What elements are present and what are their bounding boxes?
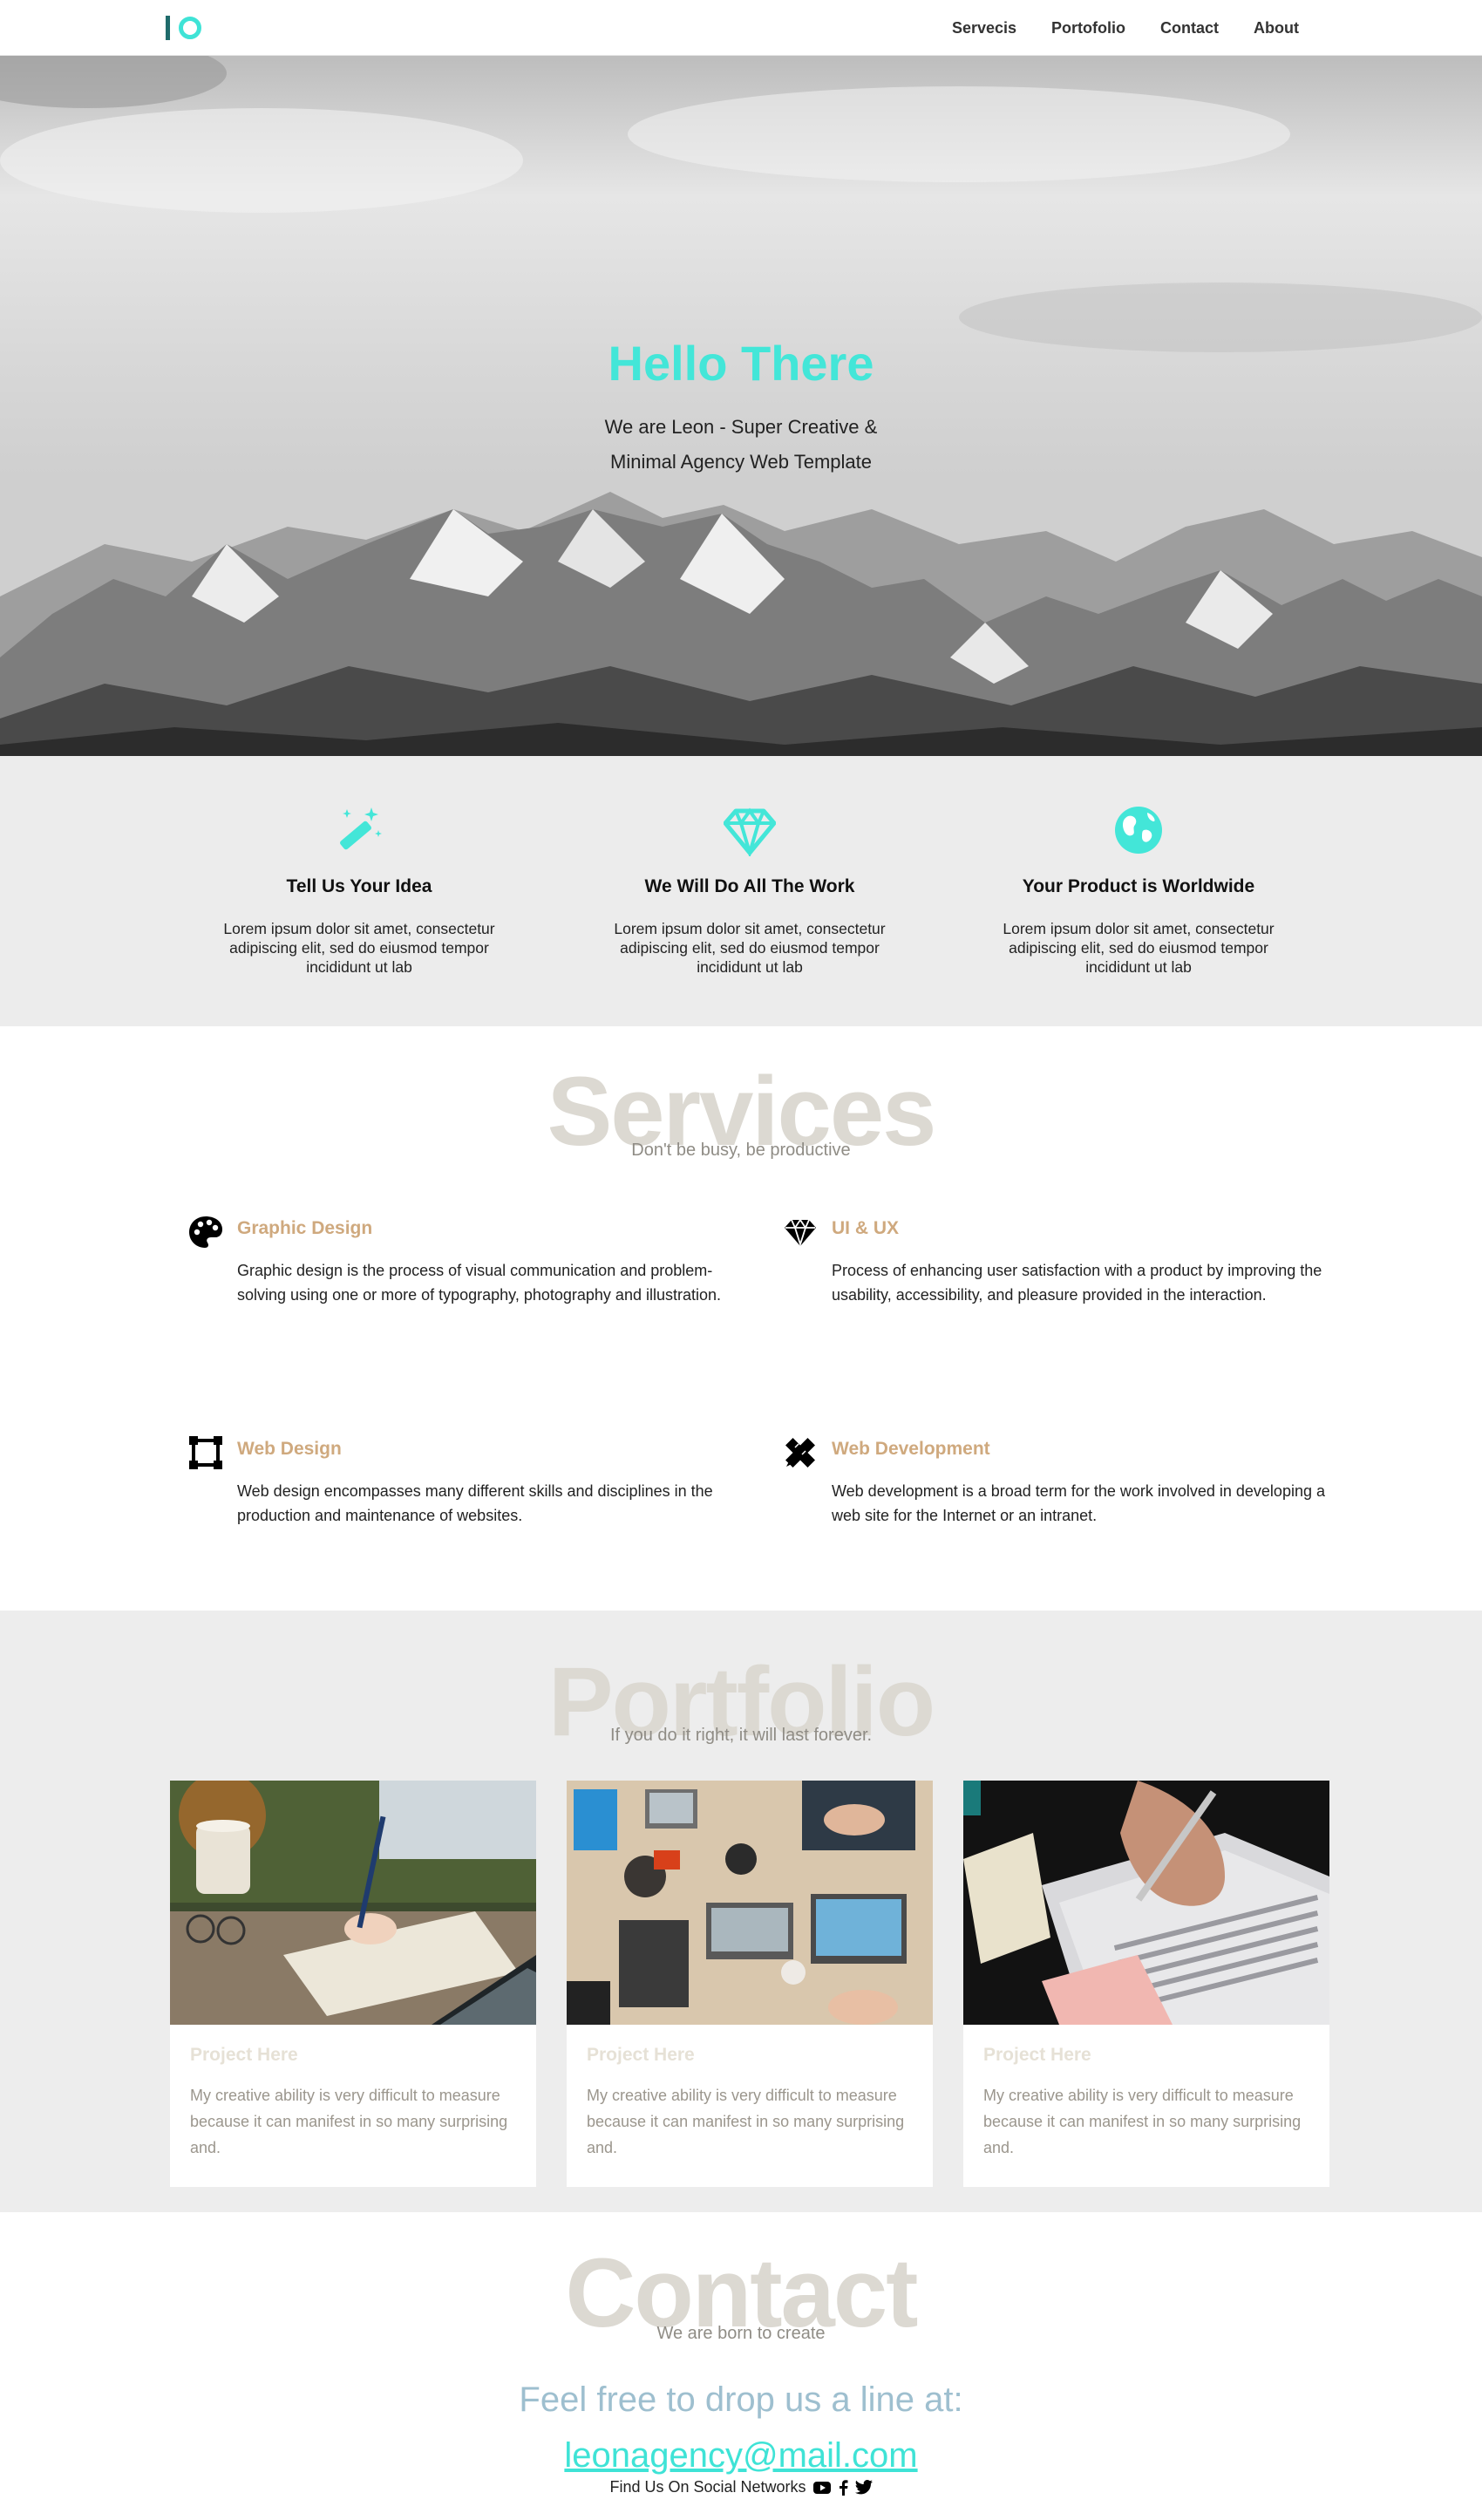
- globe-icon: [1115, 807, 1162, 854]
- email-link[interactable]: leonagency@mail.com: [564, 2436, 917, 2475]
- top-navbar: Servecis Portofolio Contact About: [0, 0, 1482, 56]
- portfolio-card[interactable]: Project Here My creative ability is very…: [567, 1781, 933, 2187]
- contact-subheading: We are born to create: [656, 2324, 826, 2343]
- facebook-icon[interactable]: [838, 2479, 848, 2496]
- gem-icon: [785, 1218, 816, 1247]
- project-image: [567, 1781, 933, 2025]
- contact-email: leonagency@mail.com: [0, 2436, 1482, 2476]
- youtube-icon[interactable]: [812, 2481, 831, 2495]
- hero-section: Hello There We are Leon - Super Creative…: [0, 56, 1482, 756]
- project-image: [963, 1781, 1329, 2025]
- portfolio-card[interactable]: Project Here My creative ability is very…: [963, 1781, 1329, 2187]
- project-title: Project Here: [587, 2045, 695, 2065]
- feature-text: Lorem ipsum dolor sit amet, consectetur …: [614, 920, 886, 976]
- contact-line: Feel free to drop us a line at:: [519, 2380, 963, 2419]
- hero-subtitle-line: Minimal Agency Web Template: [610, 451, 872, 473]
- project-text: My creative ability is very difficult to…: [190, 2087, 508, 2156]
- service-title: UI & UX: [832, 1218, 900, 1238]
- social-networks: Find Us On Social Networks: [0, 2478, 1482, 2496]
- feature-title: Your Product is Worldwide: [1022, 876, 1255, 896]
- project-title: Project Here: [983, 2045, 1091, 2065]
- portfolio-section: Portfolio If you do it right, it will la…: [0, 1611, 1482, 2212]
- project-text: My creative ability is very difficult to…: [983, 2087, 1302, 2156]
- diamond-icon: [724, 807, 776, 856]
- feature-title: We Will Do All The Work: [644, 876, 855, 896]
- logo-bar: [166, 16, 170, 40]
- project-text: My creative ability is very difficult to…: [587, 2087, 905, 2156]
- logo-ring: [179, 17, 201, 39]
- mountain-background: [0, 56, 1482, 756]
- pencil-ruler-icon: [785, 1438, 815, 1468]
- project-title: Project Here: [190, 2045, 298, 2065]
- nav-item-contact[interactable]: Contact: [1160, 19, 1219, 37]
- nav-item-about[interactable]: About: [1254, 19, 1299, 37]
- hero-subtitle-line: We are Leon - Super Creative &: [604, 416, 878, 438]
- nav-item-portfolio[interactable]: Portofolio: [1051, 19, 1125, 37]
- service-text: Process of enhancing user satisfaction w…: [832, 1262, 1322, 1304]
- social-label: Find Us On Social Networks: [609, 2478, 806, 2496]
- service-text: Graphic design is the process of visual …: [237, 1262, 722, 1304]
- feature-title: Tell Us Your Idea: [286, 876, 432, 896]
- service-title: Web Design: [237, 1439, 342, 1459]
- portfolio-card[interactable]: Project Here My creative ability is very…: [170, 1781, 536, 2187]
- logo[interactable]: [166, 12, 201, 44]
- service-text: Web design encompasses many different sk…: [237, 1482, 713, 1524]
- feature-text: Lorem ipsum dolor sit amet, consectetur …: [1003, 920, 1275, 976]
- magic-wand-icon: [340, 807, 382, 850]
- nav-item-services[interactable]: Servecis: [952, 19, 1016, 37]
- features-section: Tell Us Your Idea Lorem ipsum dolor sit …: [0, 756, 1482, 1026]
- portfolio-subheading: If you do it right, it will last forever…: [609, 1726, 873, 1745]
- project-image: [170, 1781, 536, 2025]
- hero-subtitle: We are Leon - Super Creative & Minimal A…: [0, 410, 1482, 480]
- services-subheading: Don't be busy, be productive: [631, 1141, 851, 1160]
- vector-square-icon: [189, 1436, 222, 1469]
- palette-icon: [189, 1216, 222, 1248]
- service-title: Graphic Design: [237, 1218, 373, 1238]
- feature-text: Lorem ipsum dolor sit amet, consectetur …: [223, 920, 495, 976]
- service-text: Web development is a broad term for the …: [832, 1482, 1325, 1524]
- hero-title: Hello There: [608, 336, 874, 391]
- service-title: Web Development: [832, 1439, 990, 1459]
- nav-menu: Servecis Portofolio Contact About: [952, 0, 1299, 56]
- twitter-icon[interactable]: [854, 2480, 873, 2495]
